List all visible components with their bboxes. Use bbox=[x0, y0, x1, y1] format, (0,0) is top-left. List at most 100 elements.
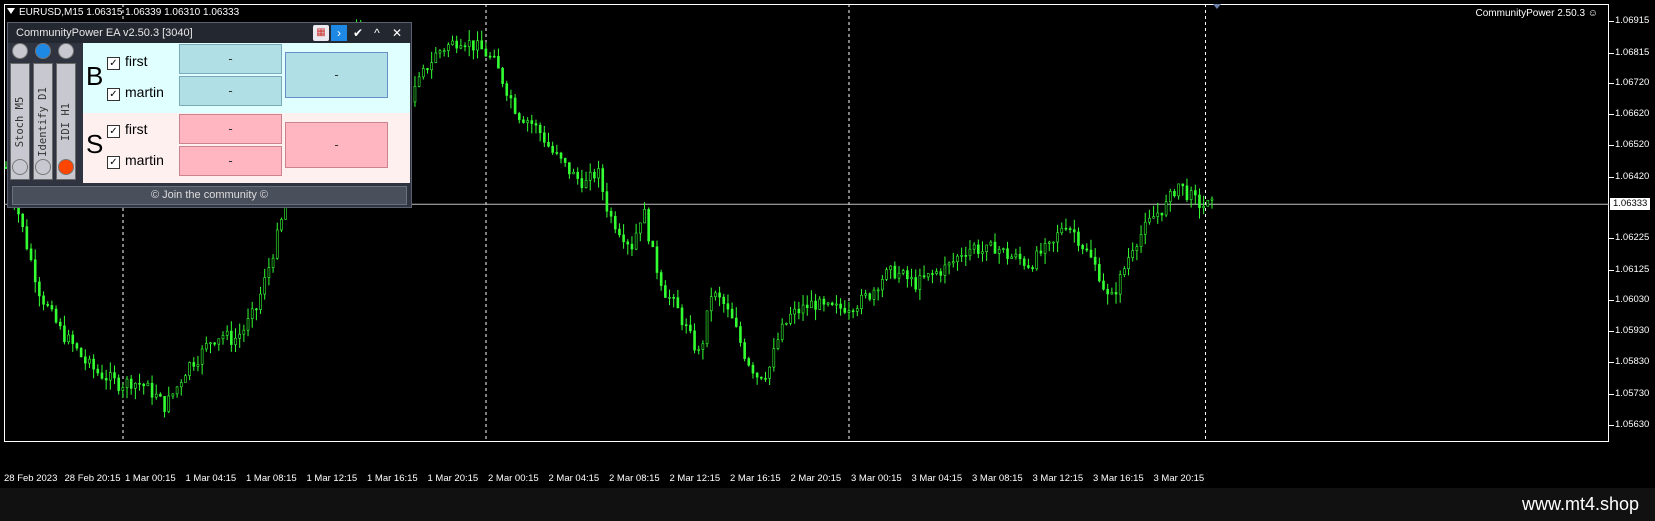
buy-martin-label: martin bbox=[125, 84, 164, 100]
candle-body bbox=[522, 119, 525, 123]
candle-body bbox=[1022, 258, 1026, 266]
candle-body bbox=[154, 393, 158, 398]
check-icon[interactable]: ✔ bbox=[350, 25, 366, 41]
ea-panel[interactable]: CommunityPower EA v2.50.3 [3040] ▦ › ✔ ^… bbox=[7, 22, 412, 208]
candle-body bbox=[63, 325, 66, 343]
sell-first-value[interactable]: - bbox=[179, 114, 282, 144]
collapse-icon[interactable]: ^ bbox=[369, 25, 385, 41]
buy-martin-value[interactable]: - bbox=[179, 76, 282, 106]
candle-body bbox=[179, 382, 183, 388]
candle-body bbox=[275, 229, 279, 259]
candle-body bbox=[835, 303, 838, 306]
candle-body bbox=[1210, 198, 1214, 201]
candle-body bbox=[129, 378, 133, 389]
sell-martin-checkbox[interactable]: ✓ martin bbox=[107, 152, 164, 169]
candle-body bbox=[1010, 256, 1013, 259]
candle-body bbox=[1018, 253, 1022, 260]
buy-letter: B bbox=[86, 61, 104, 91]
candle-body bbox=[1006, 248, 1009, 259]
time-tick-label: 3 Mar 08:15 bbox=[972, 473, 1023, 484]
candle-body bbox=[618, 228, 621, 236]
candle-body bbox=[981, 251, 984, 254]
candle-body bbox=[159, 393, 162, 397]
candle-body bbox=[1123, 268, 1126, 275]
candle-body bbox=[46, 303, 50, 306]
candle-body bbox=[897, 272, 901, 279]
calendar-icon[interactable]: ▦ bbox=[313, 25, 329, 41]
shift-marker-icon[interactable] bbox=[1213, 4, 1221, 9]
candle-body bbox=[234, 337, 237, 345]
join-community-button[interactable]: © Join the community © bbox=[12, 186, 407, 205]
sell-first-checkbox[interactable]: ✓ first bbox=[107, 121, 148, 138]
candle-body bbox=[722, 296, 726, 305]
candle-body bbox=[789, 313, 792, 324]
time-tick-label: 2 Mar 16:15 bbox=[730, 473, 781, 484]
candle-body bbox=[1139, 234, 1143, 247]
candle-body bbox=[484, 48, 488, 57]
candle-body bbox=[1043, 243, 1047, 254]
candle-body bbox=[146, 382, 150, 387]
candle-body bbox=[659, 272, 663, 286]
price-tick-label: 1.05930 bbox=[1615, 324, 1650, 336]
candle-body bbox=[1127, 257, 1130, 270]
candle-body bbox=[455, 40, 458, 49]
candle-body bbox=[889, 265, 892, 271]
close-icon[interactable]: ✕ bbox=[389, 25, 405, 41]
price-tick-mark bbox=[1609, 82, 1614, 84]
arrow-right-icon[interactable]: › bbox=[331, 25, 347, 41]
symbol-quote-info: EURUSD,M15 1.06315 1.06339 1.06310 1.063… bbox=[7, 7, 239, 18]
candle-body bbox=[58, 321, 62, 327]
candle-body bbox=[54, 308, 58, 323]
buy-martin-checkbox[interactable]: ✓ martin bbox=[107, 84, 164, 101]
dropdown-triangle-icon[interactable] bbox=[7, 8, 15, 14]
candle-body bbox=[1052, 241, 1055, 244]
sell-total-value[interactable]: - bbox=[285, 122, 388, 168]
candle-body bbox=[956, 255, 959, 262]
candle-body bbox=[71, 334, 75, 344]
candle-body bbox=[88, 358, 91, 364]
sell-martin-value[interactable]: - bbox=[179, 146, 282, 176]
candle-body bbox=[601, 168, 605, 192]
candle-body bbox=[747, 358, 751, 366]
candle-body bbox=[509, 95, 513, 99]
buy-first-value[interactable]: - bbox=[179, 44, 282, 74]
candle-body bbox=[138, 382, 141, 385]
candle-body bbox=[855, 308, 859, 312]
ea-panel-title: CommunityPower EA v2.50.3 [3040] bbox=[16, 27, 193, 39]
candle-body bbox=[1106, 288, 1109, 295]
candle-body bbox=[83, 356, 87, 364]
candle-body bbox=[25, 226, 29, 250]
buy-total-value[interactable]: - bbox=[285, 52, 388, 98]
ea-panel-titlebar[interactable]: CommunityPower EA v2.50.3 [3040] ▦ › ✔ ^… bbox=[8, 23, 411, 43]
candle-body bbox=[134, 382, 137, 389]
price-tick-mark bbox=[1609, 425, 1614, 427]
candle-body bbox=[572, 171, 575, 175]
candle-body bbox=[1206, 199, 1210, 207]
candle-body bbox=[985, 244, 988, 253]
checkbox-checked-icon: ✓ bbox=[107, 88, 120, 101]
candle-body bbox=[977, 244, 980, 254]
candle-body bbox=[543, 132, 546, 143]
candle-body bbox=[922, 275, 926, 278]
candle-body bbox=[960, 255, 963, 257]
candle-body bbox=[38, 281, 41, 297]
candle-body bbox=[1198, 194, 1201, 209]
candle-body bbox=[868, 293, 872, 300]
time-tick-label: 3 Mar 04:15 bbox=[911, 473, 963, 484]
candle-body bbox=[413, 86, 417, 103]
candle-body bbox=[284, 206, 287, 220]
time-tick-label: 1 Mar 00:15 bbox=[125, 473, 176, 484]
candle-body bbox=[1194, 190, 1197, 196]
candle-body bbox=[21, 213, 24, 227]
price-axis: 1.06915 1.06815 1.06720 1.06620 1.06520 1.064… bbox=[1609, 0, 1655, 470]
buy-first-checkbox[interactable]: ✓ first bbox=[107, 53, 148, 70]
time-tick-label: 28 Feb 2023 bbox=[4, 473, 58, 484]
status-circle-identify-bottom bbox=[35, 159, 51, 175]
price-tick-mark bbox=[1609, 393, 1614, 395]
candle-body bbox=[801, 304, 805, 314]
candle-body bbox=[513, 97, 517, 114]
candle-body bbox=[780, 323, 784, 340]
candle-body bbox=[593, 171, 596, 179]
candle-body bbox=[1068, 228, 1072, 231]
candle-body bbox=[79, 347, 83, 358]
